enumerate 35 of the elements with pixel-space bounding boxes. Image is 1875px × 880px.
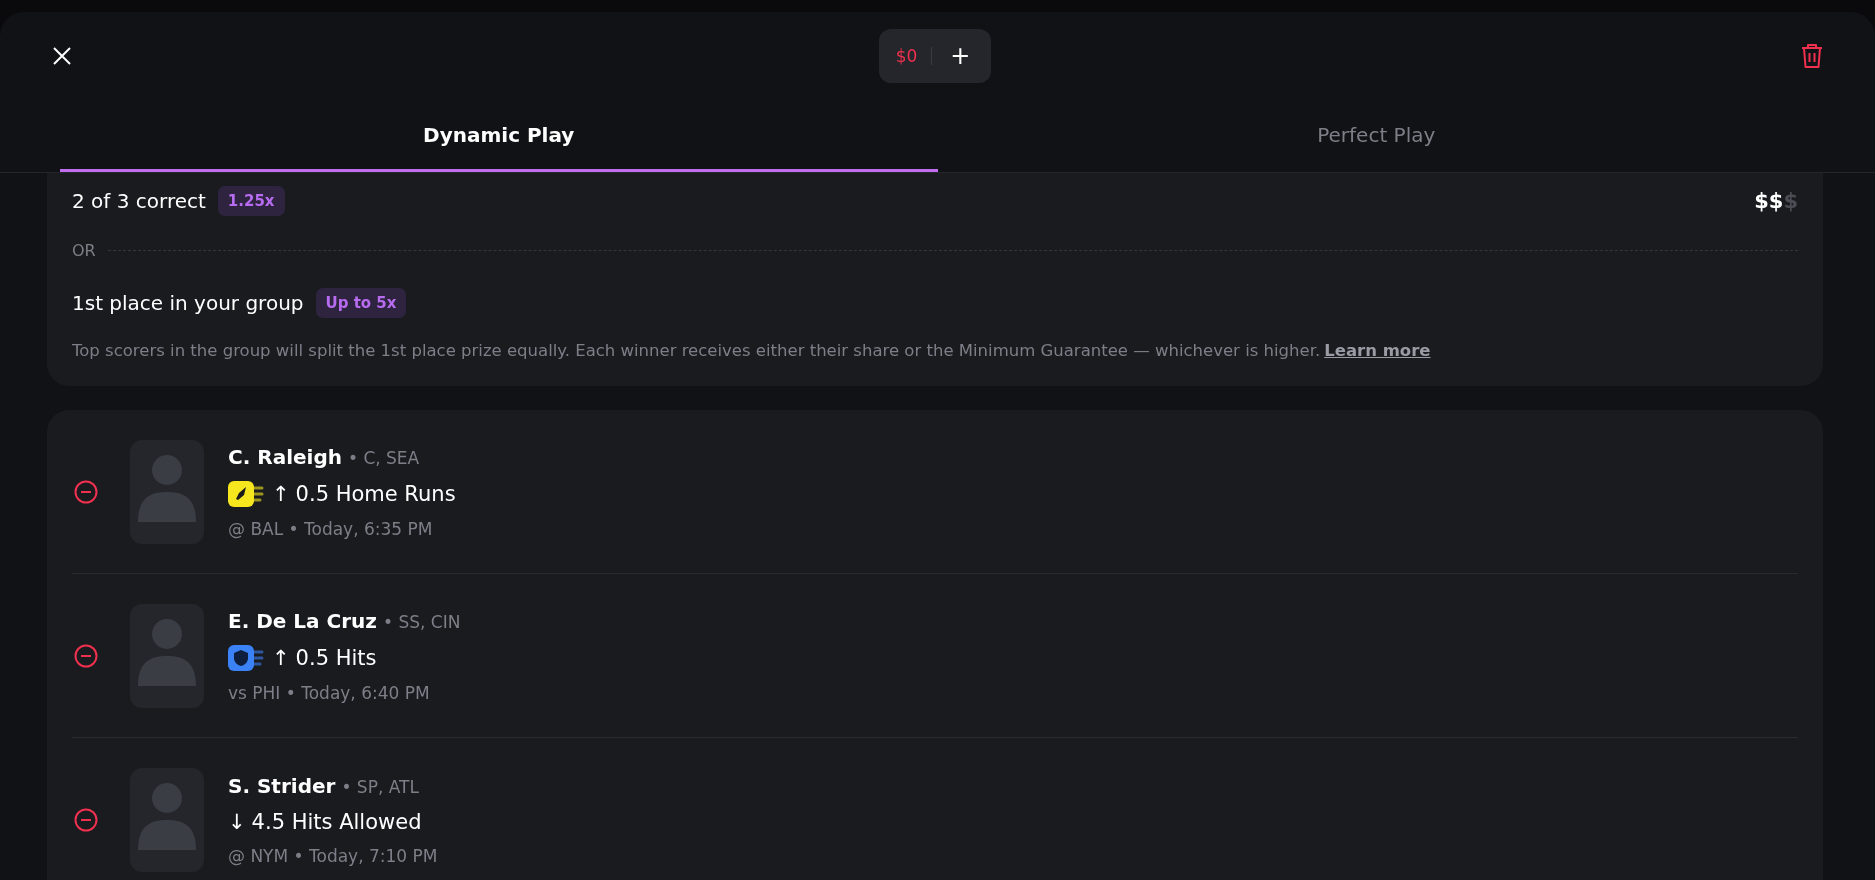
tab[interactable]: Perfect Play (937, 100, 1815, 172)
boost-icon (228, 480, 264, 507)
prop-line: 0.5 Home Runs (295, 481, 456, 506)
stake-amount[interactable]: $0 (895, 46, 918, 66)
game-info: @ NYM • Today, 7:10 PM (228, 845, 438, 866)
group-label: 1st place in your group (72, 291, 304, 315)
direction-arrow: ↑ (272, 645, 290, 670)
remove-icon[interactable] (74, 479, 98, 504)
rules-text: Top scorers in the group will split the 1st place prize equally. Each winner receives either their share or the Minimum Guarantee — whichever is higher. (72, 341, 1321, 360)
prop-line: 0.5 Hits (295, 645, 377, 670)
close-icon[interactable] (52, 46, 72, 66)
direction-arrow: ↓ (228, 809, 246, 834)
price-level-sign: $ (1783, 189, 1798, 213)
multiplier-tag: 1.25x (217, 186, 285, 216)
player-name: E. De La Cruz (228, 608, 377, 633)
price-level-sign: $ (1768, 189, 1784, 213)
payout-label: 2 of 3 correct (72, 189, 206, 213)
or-label: OR (72, 240, 96, 260)
player-position: • C, SEA (347, 447, 420, 468)
price-level-sign: $ (1754, 189, 1769, 213)
game-info: @ BAL • Today, 6:35 PM (228, 518, 434, 539)
player-name: S. Strider (228, 773, 336, 798)
direction-arrow: ↑ (272, 481, 290, 506)
add-button[interactable]: + (946, 42, 975, 70)
player-position: • SS, CIN (383, 611, 461, 632)
remove-icon[interactable] (74, 807, 98, 832)
player-position: • SP, ATL (341, 776, 419, 797)
prop-line: 4.5 Hits Allowed (251, 809, 422, 834)
trash-icon[interactable] (1801, 43, 1823, 69)
learn-more-link[interactable]: Learn more (1324, 341, 1431, 360)
player-name: C. Raleigh (228, 444, 342, 469)
game-info: vs PHI • Today, 6:40 PM (228, 682, 431, 703)
boost-icon (228, 644, 264, 671)
multiplier-tag: Up to 5x (315, 288, 407, 318)
remove-icon[interactable] (74, 643, 98, 668)
